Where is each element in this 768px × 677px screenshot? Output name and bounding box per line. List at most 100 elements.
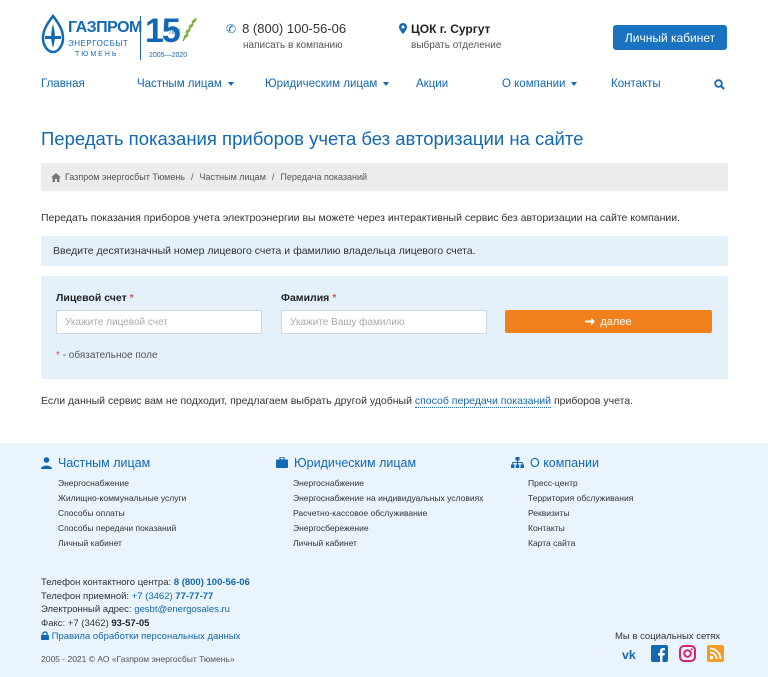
search-icon[interactable]: [714, 79, 725, 90]
nav-item-individuals[interactable]: Частным лицам: [137, 78, 234, 90]
footer-link[interactable]: Контакты: [528, 521, 633, 536]
logo-subtitle: ЭНЕРГОСБЫТ: [68, 39, 129, 48]
chevron-down-icon: [571, 81, 578, 86]
contact-center-phone[interactable]: 8 (800) 100-56-06: [174, 577, 250, 588]
contact-center-line: Телефон контактного центра: 8 (800) 100-…: [41, 577, 250, 588]
required-mark: *: [332, 292, 337, 304]
header-phone[interactable]: ✆ 8 (800) 100-56-06: [226, 21, 346, 36]
breadcrumb-link-individuals[interactable]: Частным лицам: [200, 172, 266, 182]
footer-link[interactable]: Энергоснабжение: [58, 476, 186, 491]
footer-link[interactable]: Расчетно-кассовое обслуживание: [293, 506, 483, 521]
fax-number: 93-57-05: [111, 617, 150, 629]
footer-column-legal: Юридическим лицам Энергоснабжение Энерго…: [276, 455, 483, 551]
intro-text: Передать показания приборов учета электр…: [41, 212, 681, 224]
footer-column-individuals: Частным лицам Энергоснабжение Жилищно-ко…: [41, 455, 186, 551]
write-to-company-link[interactable]: написать в компанию: [243, 40, 343, 51]
office-name: ЦОК г. Сургут: [411, 22, 491, 36]
surname-input[interactable]: [281, 310, 487, 334]
nav-item-promotions[interactable]: Акции: [416, 78, 448, 90]
readings-form: Лицевой счет * Фамилия * далее * - обяза…: [41, 276, 728, 379]
breadcrumb-separator: /: [271, 172, 275, 182]
nav-item-legal-entities[interactable]: Юридическим лицам: [265, 78, 390, 90]
info-note-text: Введите десятизначный номер лицевого сче…: [53, 245, 476, 257]
office-selector[interactable]: ЦОК г. Сургут: [399, 22, 490, 36]
nav-item-about[interactable]: О компании: [502, 78, 578, 90]
alternative-methods-text: Если данный сервис вам не подходит, пред…: [41, 395, 634, 408]
instagram-icon[interactable]: [678, 644, 697, 663]
social-title: Мы в социальных сетях: [615, 631, 721, 642]
info-note: Введите десятизначный номер лицевого сче…: [41, 236, 728, 266]
reception-phone[interactable]: 77-77-77: [175, 591, 213, 602]
facebook-icon[interactable]: [650, 644, 669, 663]
chevron-down-icon: [383, 81, 390, 86]
arrow-right-icon: [585, 317, 596, 326]
footer-link[interactable]: Жилищно-коммунальные услуги: [58, 491, 186, 506]
footer-link[interactable]: Карта сайта: [528, 536, 633, 551]
next-button-label: далее: [600, 315, 632, 328]
surname-label: Фамилия *: [281, 292, 337, 304]
sitemap-icon: [511, 457, 524, 468]
footer-column-about: О компании Пресс-центр Территория обслуж…: [511, 455, 633, 551]
main-nav: Главная Частным лицам Юридическим лицам …: [0, 78, 768, 94]
nav-item-contacts[interactable]: Контакты: [611, 78, 661, 90]
copyright: 2005 - 2021 © АО «Газпром энергосбыт Тюм…: [41, 654, 235, 664]
user-icon: [41, 456, 52, 469]
rss-icon[interactable]: [706, 644, 725, 663]
breadcrumb-separator: /: [190, 172, 194, 182]
logo-title: ГАЗПРОМ: [68, 19, 142, 36]
account-number-input[interactable]: [56, 310, 262, 334]
footer-link[interactable]: Реквизиты: [528, 506, 633, 521]
footer-title-individuals[interactable]: Частным лицам: [41, 455, 186, 470]
footer-link[interactable]: Энергосбережение: [293, 521, 483, 536]
personal-cabinet-button[interactable]: Личный кабинет: [613, 25, 727, 50]
breadcrumb-link-home[interactable]: Газпром энергосбыт Тюмень: [65, 172, 185, 182]
footer-title-legal[interactable]: Юридическим лицам: [276, 455, 483, 470]
footer-link[interactable]: Энергоснабжение на индивидуальных услови…: [293, 491, 483, 506]
header-phone-number: 8 (800) 100-56-06: [242, 21, 347, 36]
email-link[interactable]: gesbt@energosales.ru: [134, 604, 230, 615]
footer-link[interactable]: Пресс-центр: [528, 476, 633, 491]
footer-link[interactable]: Способы передачи показаний: [58, 521, 186, 536]
breadcrumb: Газпром энергосбыт Тюмень / Частным лица…: [41, 163, 728, 191]
map-pin-icon: [399, 23, 407, 34]
privacy-line: Правила обработки персональных данных: [41, 630, 250, 644]
account-label: Лицевой счет *: [56, 292, 134, 304]
footer-title-about[interactable]: О компании: [511, 455, 633, 470]
footer-link[interactable]: Способы оплаты: [58, 506, 186, 521]
reading-methods-link[interactable]: способ передачи показаний: [414, 395, 552, 408]
laurel-icon: [182, 17, 197, 42]
briefcase-icon: [276, 457, 288, 468]
required-mark: *: [129, 292, 134, 304]
breadcrumb-current: Передача показаний: [280, 172, 368, 182]
choose-office-link[interactable]: выбрать отделение: [411, 40, 501, 51]
gazprom-flame-icon: [41, 14, 65, 54]
footer-links-legal: Энергоснабжение Энергоснабжение на индив…: [276, 476, 483, 551]
home-icon: [51, 172, 61, 182]
site-footer: Частным лицам Энергоснабжение Жилищно-ко…: [0, 443, 768, 677]
nav-item-home[interactable]: Главная: [41, 78, 85, 90]
vk-icon[interactable]: vk: [622, 644, 641, 663]
social-links: vk: [622, 644, 725, 663]
svg-text:vk: vk: [622, 648, 636, 660]
chevron-down-icon: [227, 81, 234, 86]
footer-links-individuals: Энергоснабжение Жилищно-коммунальные усл…: [41, 476, 186, 551]
footer-link[interactable]: Личный кабинет: [58, 536, 186, 551]
company-logo[interactable]: ГАЗПРОМ ЭНЕРГОСБЫТ ТЮМЕНЬ 15 ЛЕТ 2005—20…: [41, 12, 201, 62]
footer-link[interactable]: Энергоснабжение: [293, 476, 483, 491]
lock-icon: [41, 631, 49, 640]
footer-link[interactable]: Личный кабинет: [293, 536, 483, 551]
next-button[interactable]: далее: [505, 310, 712, 333]
fax-line: Факс: +7 (3462) 93-57-05: [41, 617, 150, 629]
page-title: Передать показания приборов учета без ав…: [41, 128, 584, 149]
logo-city: ТЮМЕНЬ: [75, 51, 119, 58]
site-header: ГАЗПРОМ ЭНЕРГОСБЫТ ТЮМЕНЬ 15 ЛЕТ 2005—20…: [0, 0, 768, 70]
footer-links-about: Пресс-центр Территория обслуживания Рекв…: [511, 476, 633, 551]
logo-divider: [140, 16, 141, 60]
footer-link[interactable]: Территория обслуживания: [528, 491, 633, 506]
required-field-note: * - обязательное поле: [56, 350, 158, 361]
logo-years: 2005—2020: [149, 52, 188, 59]
privacy-policy-link[interactable]: Правила обработки персональных данных: [52, 631, 241, 642]
reception-line: Телефон приемной: +7 (3462) 77-77-77: [41, 590, 214, 602]
footer-contacts: Телефон контактного центра: 8 (800) 100-…: [41, 576, 250, 644]
phone-icon: ✆: [226, 22, 237, 36]
